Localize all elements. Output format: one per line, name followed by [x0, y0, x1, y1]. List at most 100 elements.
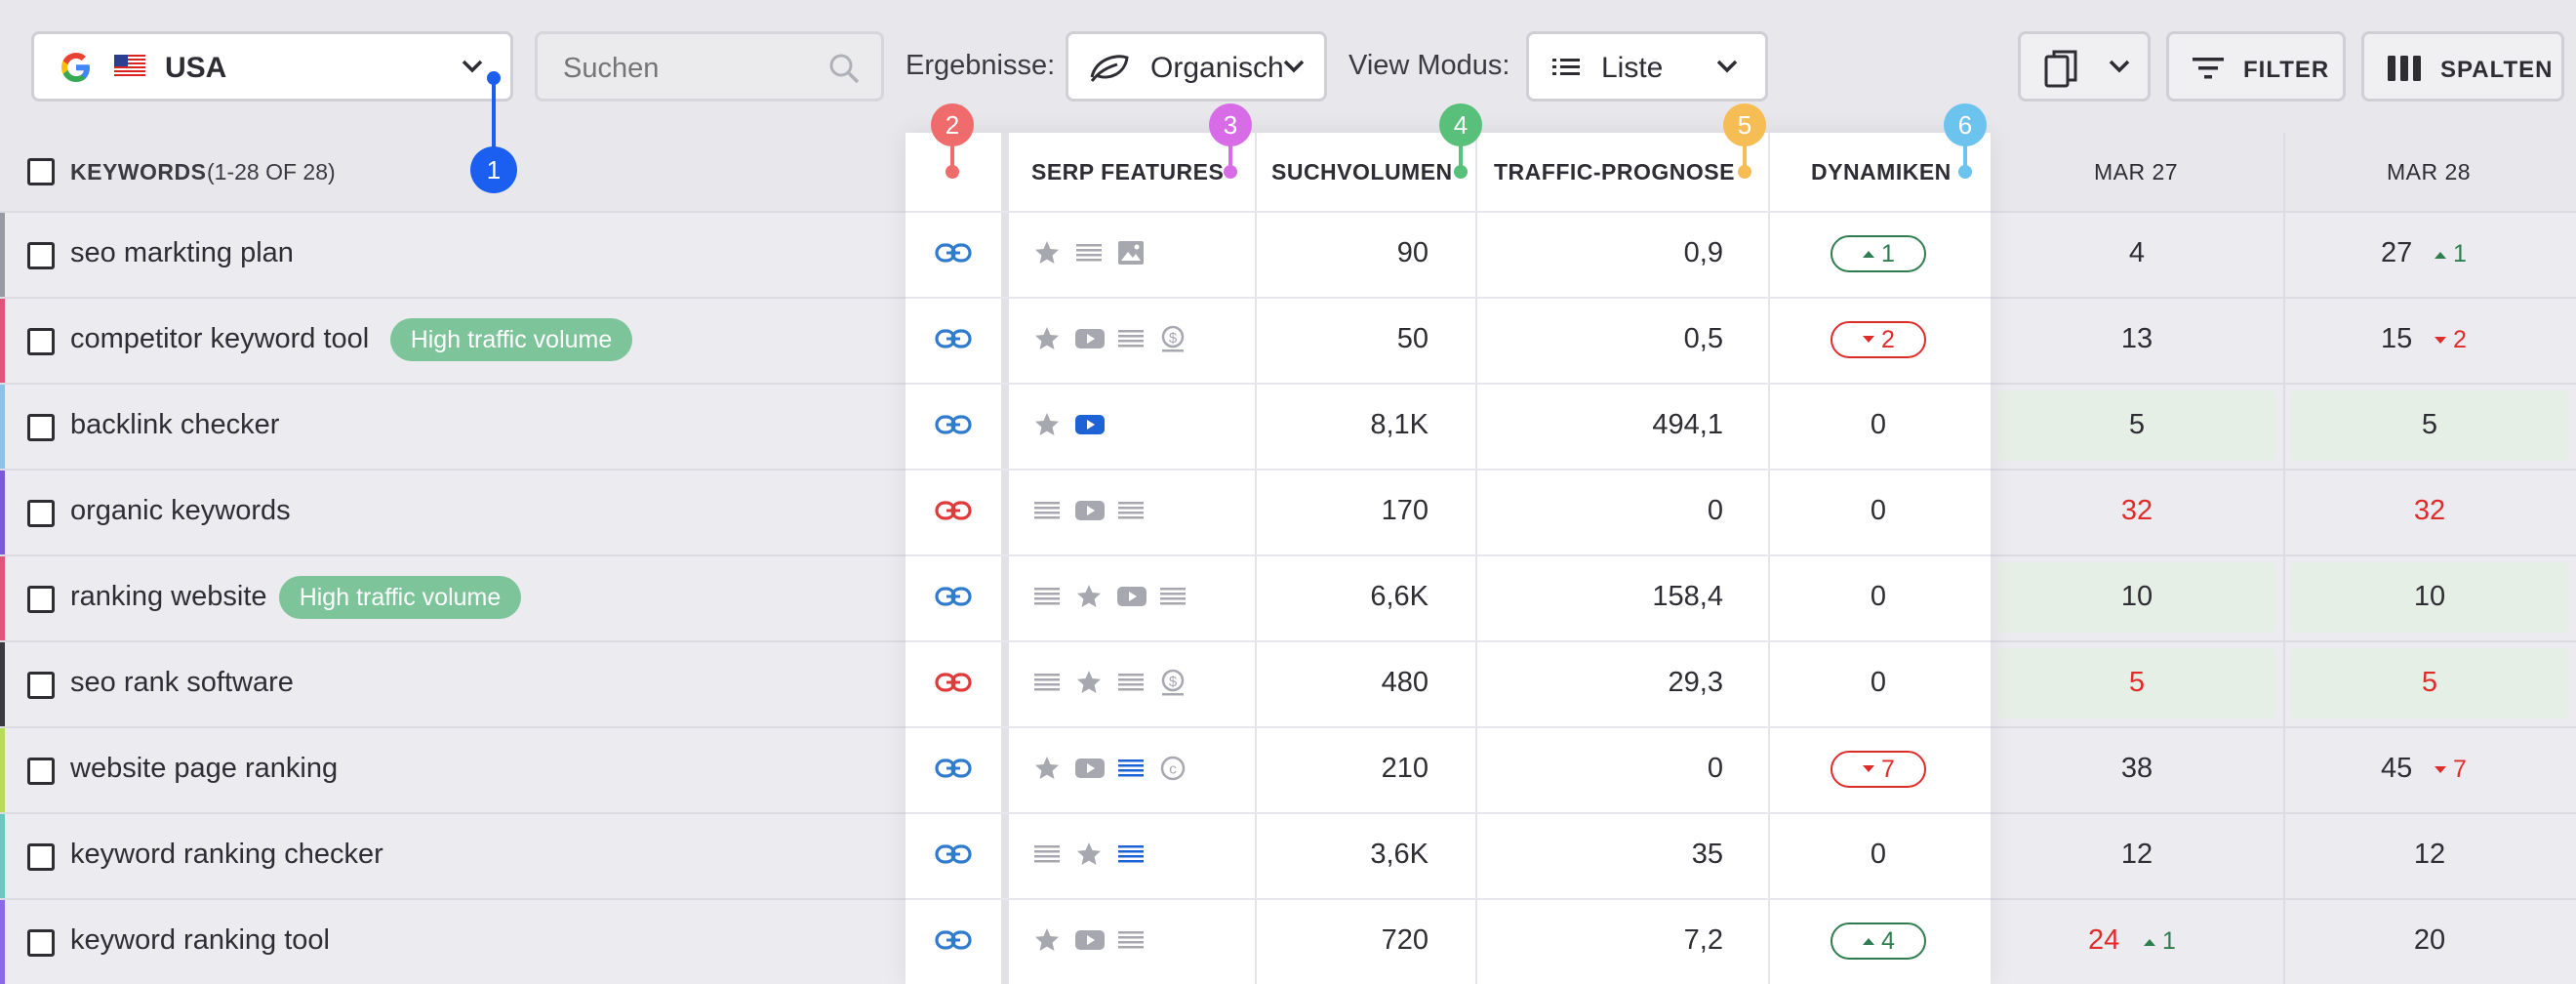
- serp-video-icon[interactable]: [1074, 754, 1106, 788]
- link-icon[interactable]: [935, 672, 972, 698]
- serp-video-icon[interactable]: [1074, 925, 1106, 960]
- results-label: Ergebnisse:: [906, 50, 1056, 81]
- serp-video-icon[interactable]: [1116, 582, 1147, 616]
- row-checkbox[interactable]: [27, 672, 55, 699]
- serp-star-icon[interactable]: [1032, 238, 1062, 272]
- serp-star-icon[interactable]: [1032, 410, 1062, 444]
- row-checkbox[interactable]: [27, 414, 55, 441]
- callout-marker: 3: [1209, 103, 1252, 146]
- country-selector[interactable]: USA: [31, 31, 513, 102]
- search-box[interactable]: [535, 31, 884, 102]
- col-dynamics[interactable]: DYNAMIKEN: [1811, 159, 1952, 185]
- col-search-volume[interactable]: SUCHVOLUMEN: [1271, 159, 1453, 185]
- serp-star-icon[interactable]: [1032, 925, 1062, 960]
- columns-button[interactable]: SPALTEN: [2361, 31, 2564, 102]
- row-checkbox[interactable]: [27, 242, 55, 269]
- col-serp-features[interactable]: SERP FEATURES: [1031, 159, 1224, 185]
- link-icon[interactable]: [935, 929, 972, 956]
- col-traffic-forecast[interactable]: TRAFFIC-PROGNOSE: [1494, 159, 1735, 185]
- keyword-text[interactable]: keyword ranking checker: [70, 839, 383, 871]
- dynamics-value: 0: [1870, 409, 1887, 440]
- serp-image-icon[interactable]: [1116, 238, 1146, 272]
- copy-icon: [2042, 49, 2081, 95]
- copy-button[interactable]: [2018, 31, 2151, 102]
- keyword-text[interactable]: competitor keyword tool: [70, 323, 369, 355]
- panel-divider: [1001, 133, 1009, 984]
- keyword-text[interactable]: ranking website: [70, 581, 267, 613]
- link-icon[interactable]: [935, 328, 972, 354]
- serp-lines-icon[interactable]: [1032, 582, 1062, 616]
- row-checkbox[interactable]: [27, 500, 55, 527]
- link-icon[interactable]: [935, 242, 972, 268]
- row-checkbox[interactable]: [27, 929, 55, 957]
- rank-mar28: 32: [2413, 495, 2446, 526]
- keyword-text[interactable]: keyword ranking tool: [70, 924, 330, 957]
- row-divider: [906, 469, 1991, 471]
- keyword-text[interactable]: seo rank software: [70, 667, 294, 699]
- serp-copyright-icon[interactable]: c: [1158, 754, 1187, 788]
- dynamics-value: 0: [1870, 495, 1887, 526]
- view-mode-dropdown[interactable]: Liste: [1526, 31, 1768, 102]
- chevron-down-icon: [1714, 56, 1740, 80]
- keyword-text[interactable]: organic keywords: [70, 495, 291, 527]
- serp-lines-icon[interactable]: [1116, 840, 1146, 874]
- callout-dot: [487, 71, 501, 85]
- high-traffic-tag: High traffic volume: [390, 318, 632, 361]
- serp-star-icon[interactable]: [1074, 668, 1104, 702]
- serp-lines-icon[interactable]: [1074, 238, 1104, 272]
- callout-dot: [1224, 165, 1237, 179]
- serp-star-icon[interactable]: [1032, 324, 1062, 358]
- serp-lines-icon[interactable]: [1116, 496, 1146, 530]
- link-icon[interactable]: [935, 758, 972, 784]
- serp-dollar-icon[interactable]: $: [1158, 324, 1187, 358]
- row-color-stripe: [0, 642, 5, 726]
- search-volume: 6,6K: [1370, 581, 1429, 612]
- list-icon: [1552, 56, 1582, 84]
- search-volume: 480: [1381, 667, 1429, 698]
- serp-star-icon[interactable]: [1074, 582, 1104, 616]
- col-date-mar27[interactable]: MAR 27: [2094, 159, 2178, 185]
- keyword-text[interactable]: backlink checker: [70, 409, 279, 441]
- serp-lines-icon[interactable]: [1032, 840, 1062, 874]
- col-date-mar28[interactable]: MAR 28: [2387, 159, 2471, 185]
- rank-mar28: 45: [2381, 753, 2413, 784]
- serp-star-icon[interactable]: [1074, 840, 1104, 874]
- link-icon[interactable]: [935, 843, 972, 870]
- keyword-text[interactable]: website page ranking: [70, 753, 338, 785]
- row-checkbox[interactable]: [27, 328, 55, 355]
- serp-lines-icon[interactable]: [1116, 754, 1146, 788]
- row-checkbox[interactable]: [27, 843, 55, 871]
- link-icon[interactable]: [935, 586, 972, 612]
- link-icon[interactable]: [935, 414, 972, 440]
- serp-lines-icon[interactable]: [1032, 668, 1062, 702]
- serp-lines-icon[interactable]: [1116, 925, 1146, 960]
- rank-delta: 1: [2434, 240, 2467, 268]
- keyword-text[interactable]: seo markting plan: [70, 237, 294, 269]
- row-checkbox[interactable]: [27, 758, 55, 785]
- serp-lines-icon[interactable]: [1158, 582, 1187, 616]
- results-dropdown[interactable]: Organisch: [1066, 31, 1327, 102]
- serp-lines-icon[interactable]: [1116, 668, 1146, 702]
- serp-lines-icon[interactable]: [1032, 496, 1062, 530]
- select-all-checkbox[interactable]: [27, 158, 55, 185]
- serp-video-icon[interactable]: [1074, 324, 1106, 358]
- rank-delta-value: 2: [2453, 326, 2467, 353]
- dynamics-value: 0: [1870, 839, 1887, 870]
- keywords-header[interactable]: KEYWORDS: [70, 159, 206, 185]
- serp-dollar-icon[interactable]: $: [1158, 668, 1187, 702]
- row-checkbox[interactable]: [27, 586, 55, 613]
- country-label: USA: [165, 52, 227, 84]
- serp-video-icon[interactable]: [1074, 496, 1106, 530]
- serp-star-icon[interactable]: [1032, 754, 1062, 788]
- search-input[interactable]: [561, 48, 809, 89]
- filter-button[interactable]: FILTER: [2166, 31, 2346, 102]
- search-volume: 8,1K: [1370, 409, 1429, 440]
- search-icon[interactable]: [828, 53, 860, 89]
- serp-video-icon[interactable]: [1074, 410, 1106, 444]
- serp-lines-icon[interactable]: [1116, 324, 1146, 358]
- callout-marker: 2: [931, 103, 974, 146]
- chevron-down-icon: [1281, 56, 1307, 80]
- link-icon[interactable]: [935, 500, 972, 526]
- dynamics-badge: 4: [1831, 922, 1926, 960]
- row-divider: [906, 554, 1991, 556]
